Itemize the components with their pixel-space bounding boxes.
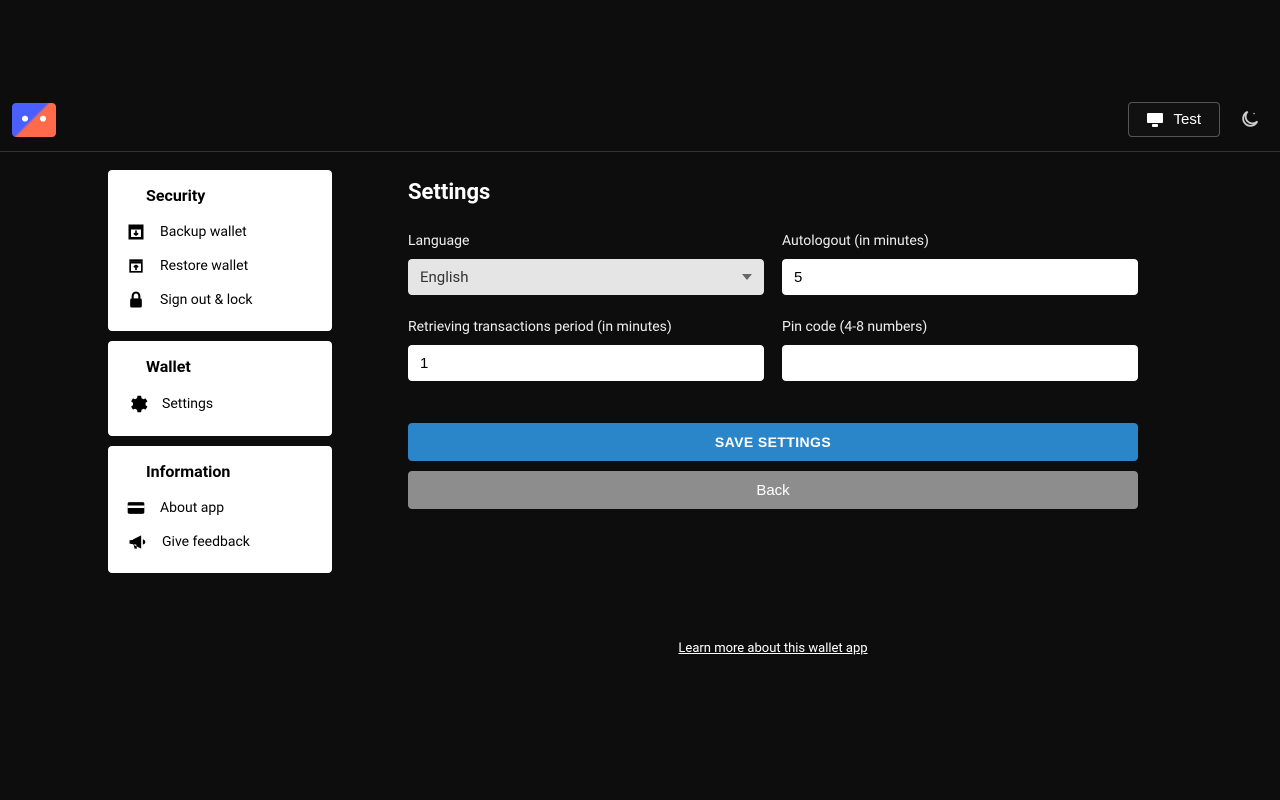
learn-more-link[interactable]: Learn more about this wallet app [408, 641, 1138, 656]
sidebar-item-restore[interactable]: Restore wallet [122, 249, 318, 283]
sidebar-item-label: About app [160, 500, 224, 516]
pin-input[interactable] [782, 345, 1138, 381]
sidebar-item-feedback[interactable]: Give feedback [122, 525, 318, 559]
back-button[interactable]: Back [408, 471, 1138, 509]
field-pin: Pin code (4-8 numbers) [782, 319, 1138, 381]
save-button[interactable]: Save Settings [408, 423, 1138, 461]
download-archive-icon [126, 222, 146, 242]
language-label: Language [408, 233, 764, 249]
sidebar-item-about[interactable]: About app [122, 491, 318, 525]
test-button-label: Test [1173, 111, 1201, 128]
sidebar-item-signout[interactable]: Sign out & lock [122, 283, 318, 317]
sidebar-item-label: Sign out & lock [160, 292, 253, 308]
field-language: Language English [408, 233, 764, 295]
megaphone-icon [126, 532, 148, 552]
pin-label: Pin code (4-8 numbers) [782, 319, 1138, 335]
section-title-security: Security [122, 182, 318, 215]
language-value: English [420, 268, 469, 286]
moon-icon[interactable] [1238, 109, 1260, 131]
sidebar-item-label: Backup wallet [160, 224, 247, 240]
sidebar-section-security: Security Backup wallet Restore wallet Si… [108, 170, 332, 331]
lock-icon [126, 290, 146, 310]
upload-archive-icon [126, 256, 146, 276]
sidebar-item-label: Settings [162, 396, 213, 412]
main-panel: Settings Language English Autologout (in… [408, 170, 1138, 656]
sidebar-item-backup[interactable]: Backup wallet [122, 215, 318, 249]
app-logo[interactable] [12, 103, 56, 137]
section-title-wallet: Wallet [122, 353, 318, 386]
sidebar-section-information: Information About app Give feedback [108, 446, 332, 573]
retrieving-input[interactable] [408, 345, 764, 381]
sidebar-item-settings[interactable]: Settings [122, 386, 318, 422]
autologout-label: Autologout (in minutes) [782, 233, 1138, 249]
field-autologout: Autologout (in minutes) [782, 233, 1138, 295]
page-title: Settings [408, 180, 1138, 205]
gear-icon [126, 393, 148, 415]
monitor-icon [1147, 113, 1163, 127]
sidebar-item-label: Give feedback [162, 534, 250, 550]
field-retrieving: Retrieving transactions period (in minut… [408, 319, 764, 381]
sidebar-section-wallet: Wallet Settings [108, 341, 332, 436]
section-title-information: Information [122, 458, 318, 491]
card-icon [126, 498, 146, 518]
test-button[interactable]: Test [1128, 102, 1220, 137]
language-select[interactable]: English [408, 259, 764, 295]
autologout-input[interactable] [782, 259, 1138, 295]
retrieving-label: Retrieving transactions period (in minut… [408, 319, 764, 335]
sidebar-item-label: Restore wallet [160, 258, 248, 274]
sidebar: Security Backup wallet Restore wallet Si… [108, 170, 332, 656]
